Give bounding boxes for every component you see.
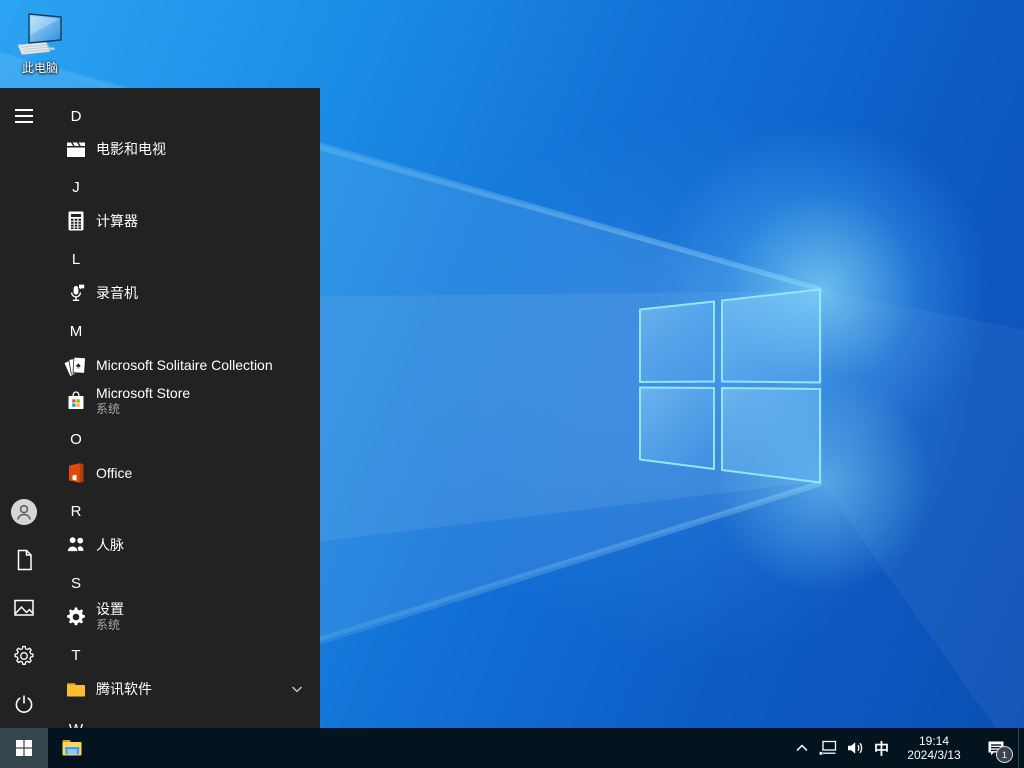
start-menu: D 电影和电视 J 计算器 L 录音机 M ♠ Microsoft Solita…	[0, 88, 320, 728]
app-item-people[interactable]: 人脉	[48, 527, 320, 563]
start-menu-pictures-button[interactable]	[12, 596, 36, 620]
start-menu-documents-button[interactable]	[12, 548, 36, 572]
clock-date: 2024/3/13	[907, 748, 961, 762]
app-item-calculator[interactable]: 计算器	[48, 203, 320, 239]
app-name: 设置	[96, 601, 124, 618]
app-name: Microsoft Store	[96, 385, 191, 402]
start-menu-app-list: D 电影和电视 J 计算器 L 录音机 M ♠ Microsoft Solita…	[48, 88, 320, 728]
file-explorer-button[interactable]	[48, 728, 96, 768]
show-desktop-button[interactable]	[1018, 728, 1024, 768]
start-menu-expand-button[interactable]	[12, 104, 36, 128]
section-letter-j[interactable]: J	[48, 169, 320, 205]
desktop-icon-this-pc[interactable]: 此电脑	[10, 10, 70, 76]
solitaire-cards-icon: ♠	[64, 353, 88, 377]
app-subtitle: 系统	[96, 618, 121, 633]
app-item-microsoft-store[interactable]: Microsoft Store 系统	[48, 379, 320, 423]
section-letter-l[interactable]: L	[48, 241, 320, 277]
section-letter-r[interactable]: R	[48, 493, 320, 529]
screen: 此电脑 D 电影和电视 J 计算器 L 录音机 M ♠ Microsoft So…	[0, 0, 1024, 768]
action-center-button[interactable]: 1	[973, 728, 1018, 768]
section-letter-t[interactable]: T	[48, 637, 320, 673]
gear-icon	[14, 645, 34, 665]
system-tray: 中 19:14 2024/3/13 1	[790, 728, 1024, 768]
network-tray-button[interactable]	[814, 728, 841, 768]
user-avatar-icon	[11, 499, 37, 525]
power-icon	[15, 695, 33, 713]
section-letter-w[interactable]: W	[48, 711, 320, 729]
start-menu-power-button[interactable]	[12, 692, 36, 716]
section-letter-d[interactable]: D	[48, 98, 320, 134]
document-icon	[17, 549, 32, 571]
settings-gear-icon	[64, 605, 88, 629]
svg-text:♠: ♠	[76, 360, 82, 370]
windows-logo-icon	[16, 740, 32, 756]
network-icon	[819, 740, 836, 755]
taskbar: 中 19:14 2024/3/13 1	[0, 728, 1024, 768]
calculator-icon	[64, 209, 88, 233]
start-menu-settings-button[interactable]	[12, 644, 36, 668]
file-explorer-icon	[62, 740, 82, 756]
voice-recorder-icon	[64, 281, 88, 305]
hamburger-icon	[15, 109, 33, 123]
folder-icon	[64, 677, 88, 701]
pictures-icon	[14, 599, 34, 616]
desktop-icon-label: 此电脑	[21, 61, 58, 75]
clock-time: 19:14	[918, 734, 950, 748]
section-letter-o[interactable]: O	[48, 421, 320, 457]
app-item-settings[interactable]: 设置 系统	[48, 595, 320, 639]
clock[interactable]: 19:14 2024/3/13	[895, 728, 973, 768]
movies-tv-icon	[64, 137, 88, 161]
app-subtitle: 系统	[96, 402, 121, 417]
app-item-movies-tv[interactable]: 电影和电视	[48, 131, 320, 167]
app-item-voice-recorder[interactable]: 录音机	[48, 275, 320, 311]
start-button[interactable]	[0, 728, 48, 768]
app-item-solitaire[interactable]: ♠ Microsoft Solitaire Collection	[48, 347, 320, 383]
office-icon	[64, 461, 88, 485]
app-item-office[interactable]: Office	[48, 455, 320, 491]
volume-tray-button[interactable]	[841, 728, 868, 768]
people-icon	[64, 533, 88, 557]
chevron-up-icon	[796, 744, 808, 752]
notification-badge: 1	[996, 746, 1013, 763]
section-letter-m[interactable]: M	[48, 313, 320, 349]
store-bag-icon	[64, 389, 88, 413]
chevron-down-icon[interactable]	[287, 679, 307, 699]
this-pc-icon	[17, 13, 62, 55]
start-menu-user-button[interactable]	[11, 499, 37, 525]
app-item-tencent-folder[interactable]: 腾讯软件	[48, 671, 320, 707]
speaker-icon	[847, 742, 862, 754]
ime-indicator[interactable]: 中	[868, 728, 895, 768]
tray-overflow-button[interactable]	[790, 728, 814, 768]
